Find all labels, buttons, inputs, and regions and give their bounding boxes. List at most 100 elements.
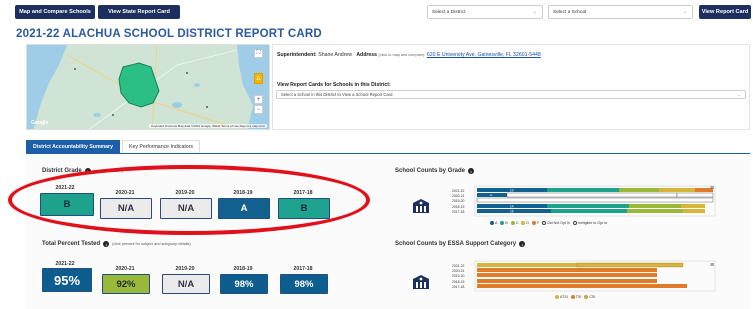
bar-segment: [681, 204, 705, 208]
percent-year-label: 2017-18: [293, 266, 313, 272]
info-icon[interactable]: i: [519, 241, 526, 247]
bar-segment: [477, 263, 577, 267]
bar-segment: [477, 193, 507, 197]
row-label: 2017-18: [452, 210, 465, 214]
district-grade-heading: District Grade i (click grade for...): [42, 168, 123, 174]
bar-segment: [659, 188, 695, 192]
row-label: 2021-22: [452, 189, 465, 193]
essa-legend: ATSI TSI CSI: [555, 295, 595, 300]
bar-segment: [551, 209, 627, 213]
percent-year-label: 2020-21: [115, 266, 135, 272]
address-note: (click to map and compare):: [378, 53, 426, 57]
legend-item-d: D: [521, 221, 529, 226]
bar-segment: [576, 262, 684, 268]
row-label: 2018-19: [452, 280, 465, 284]
percent-year-label: 2021-22: [55, 261, 75, 267]
map-canvas: [27, 45, 269, 129]
row-label: 2019-20: [452, 199, 465, 203]
school-building-icon: [413, 199, 429, 213]
hamburger-menu-icon[interactable]: ≡: [710, 262, 714, 269]
legend-item-did-not-opt-in: Did Not Opt In: [542, 221, 570, 226]
legend-item-csi: CSI: [584, 295, 595, 300]
chevron-down-icon: ⌄: [737, 92, 741, 97]
fullscreen-icon[interactable]: ⛶: [254, 49, 263, 58]
percent-2018-19[interactable]: 98%: [220, 274, 268, 294]
bar-segment: [477, 273, 657, 277]
bar-segment: [683, 209, 705, 213]
percent-2020-21[interactable]: 92%: [102, 274, 150, 294]
info-icon[interactable]: i: [468, 168, 475, 174]
school-counts-grade-title: School Counts by Grade: [395, 168, 466, 174]
superintendent-address-line: Superintendent: Shane Andrew Address (cl…: [277, 52, 541, 58]
tab-key-performance-indicators[interactable]: Key Performance Indicators: [122, 140, 200, 153]
district-grade-title: District Grade: [42, 168, 82, 174]
map-attribution[interactable]: Keyboard shortcuts Map data ©2023 Google…: [149, 124, 267, 128]
bar-segment: [477, 284, 687, 288]
district-school-select-placeholder: Select a School in this District to View…: [281, 92, 393, 97]
chevron-down-icon: ⌄: [682, 9, 687, 15]
address-label: Address: [356, 52, 378, 58]
legend-item-tsi: TSI: [570, 295, 581, 300]
info-icon[interactable]: i: [103, 241, 110, 247]
tab-district-accountability-summary[interactable]: District Accountability Summary: [26, 140, 120, 153]
grade-2019-20[interactable]: N/A: [160, 198, 212, 219]
superintendent-label: Superintendent:: [277, 52, 317, 58]
chevron-down-icon: ⌄: [532, 9, 537, 15]
grade-year-label: 2020-21: [115, 190, 135, 196]
legend-item-f: F: [532, 221, 539, 226]
superintendent-name: Shane Andrew: [318, 52, 352, 58]
bar-segment: [476, 197, 714, 203]
grade-2020-21[interactable]: N/A: [100, 198, 152, 219]
top-bar: Map and Compare Schools View State Repor…: [0, 0, 753, 24]
legend-item-a: A: [490, 221, 497, 226]
grade-2021-22[interactable]: B: [40, 193, 94, 216]
grade-legend: A B C D F Did Not Opt In Ineligible to O…: [490, 221, 607, 226]
percent-year-label: 2018-19: [233, 266, 253, 272]
street-view-pegman-icon[interactable]: ♙: [254, 73, 263, 84]
district-school-select[interactable]: Select a School in this District to View…: [276, 90, 746, 99]
bar-label: 16: [510, 209, 514, 213]
grade-year-label: 2017-18: [293, 190, 313, 196]
bar-segment: [676, 192, 714, 198]
zoom-out-icon[interactable]: −: [254, 105, 263, 114]
district-select[interactable]: Select a District ⌄: [427, 5, 543, 19]
district-grade-note: (click grade for...): [93, 169, 123, 173]
bar-segment: [477, 279, 657, 283]
zoom-in-icon[interactable]: +: [254, 95, 263, 104]
percent-year-label: 2019-20: [175, 266, 195, 272]
bar-segment: [627, 209, 683, 213]
info-icon[interactable]: i: [84, 168, 91, 174]
bar-segment: [629, 204, 681, 208]
row-label: 2020-21: [452, 269, 465, 273]
school-counts-essa-heading: School Counts by ESSA Support Category i: [395, 241, 526, 247]
bar-label: 13: [510, 188, 514, 192]
district-map[interactable]: ⛶ ♙ + − Google Keyboard shortcuts Map da…: [26, 44, 270, 130]
legend-item-ineligible: Ineligible to Opt In: [573, 221, 607, 226]
percent-tested-note: (click percent for subject and subgroup …: [112, 242, 191, 246]
address-link[interactable]: 620 E University Ave, Gainesville, FL 32…: [427, 52, 541, 58]
map-compare-button[interactable]: Map and Compare Schools: [15, 5, 95, 19]
grade-year-label: 2018-19: [233, 190, 253, 196]
school-building-icon: [413, 275, 429, 289]
bar-segment: [547, 188, 619, 192]
school-select[interactable]: Select a School ⌄: [548, 5, 693, 19]
grade-2018-19[interactable]: A: [218, 198, 270, 219]
percent-2017-18[interactable]: 98%: [280, 274, 328, 294]
grade-2017-18[interactable]: B: [278, 198, 330, 219]
row-label: 2020-21: [452, 194, 465, 198]
view-state-report-button[interactable]: View State Report Card: [98, 5, 180, 19]
row-label: 2019-20: [452, 274, 465, 278]
district-info-panel: Superintendent: Shane Andrew Address (cl…: [272, 44, 750, 130]
bar-segment: [547, 204, 629, 208]
view-report-card-button[interactable]: View Report Card: [699, 5, 751, 19]
bar-label: 4: [490, 193, 492, 197]
legend-item-b: B: [500, 221, 508, 226]
percent-2019-20[interactable]: N/A: [162, 274, 210, 294]
page-title: 2021-22 ALACHUA SCHOOL DISTRICT REPORT C…: [16, 28, 322, 40]
bar-segment: [619, 188, 659, 192]
hamburger-menu-icon[interactable]: ≡: [710, 185, 714, 192]
percent-2021-22[interactable]: 95%: [42, 268, 92, 292]
bar-segment: [506, 192, 678, 198]
legend-item-atsi: ATSI: [555, 295, 568, 300]
row-label: 2021-22: [452, 264, 465, 268]
